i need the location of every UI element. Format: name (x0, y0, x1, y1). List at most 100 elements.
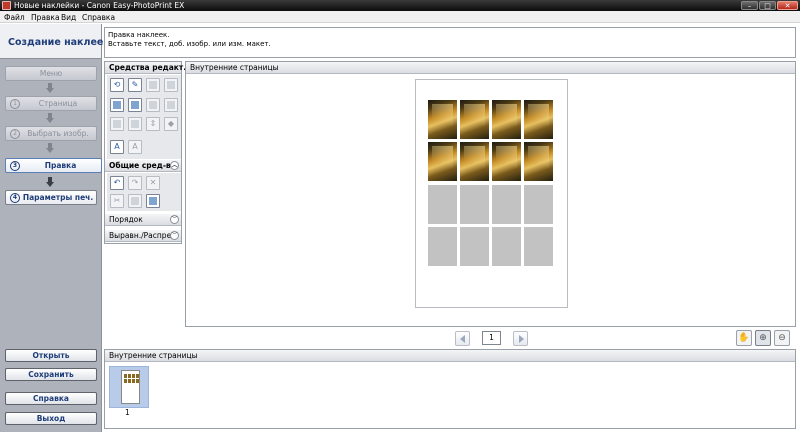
menu-bar: Файл Правка Вид Справка (0, 11, 800, 23)
rotate-icon[interactable] (128, 117, 142, 131)
empty-sticker-slot[interactable] (524, 227, 553, 266)
page-number-field[interactable]: 1 (482, 331, 501, 345)
step-select-images[interactable]: 2 Выбрать изобр. (5, 126, 97, 141)
zoom-out-button[interactable]: ⊖ (774, 330, 790, 346)
align-label: Выравн./Распред. (109, 231, 179, 240)
previous-page-button[interactable] (455, 331, 470, 346)
sticker-photo[interactable] (492, 100, 521, 139)
preview-header: Внутренние страницы (186, 62, 795, 74)
common-tools-label: Общие сред-ва (109, 161, 176, 170)
menu-file[interactable]: Файл (4, 13, 25, 22)
step-label: Параметры печ. (22, 193, 94, 202)
sticker-photo[interactable] (460, 142, 489, 181)
sticker-photo[interactable] (460, 100, 489, 139)
order-header[interactable]: Порядок ﹀ (105, 214, 181, 226)
copy-icon[interactable] (128, 194, 142, 208)
sticker-sheet-page[interactable] (415, 79, 568, 308)
preview-header-label: Внутренние страницы (190, 63, 279, 72)
close-button[interactable]: ✕ (777, 1, 798, 10)
sticker-photo[interactable] (428, 100, 457, 139)
next-page-button[interactable] (513, 331, 528, 346)
empty-sticker-slot[interactable] (524, 185, 553, 224)
instruction-panel: Правка наклеек. Вставьте текст, доб. изо… (104, 27, 796, 58)
empty-sticker-slot[interactable] (428, 227, 457, 266)
page-thumbnail[interactable] (109, 366, 149, 408)
sticker-photo[interactable] (428, 142, 457, 181)
step-edit[interactable]: 3 Правка (5, 158, 102, 173)
sticker-photo[interactable] (492, 142, 521, 181)
thumbnail-page-image (121, 370, 140, 404)
minimize-button[interactable]: – (741, 1, 758, 10)
add-text-icon[interactable]: A (110, 140, 124, 154)
zoom-in-icon: ⊕ (759, 333, 767, 343)
step-page[interactable]: 1 Страница (5, 96, 97, 111)
maximize-button[interactable]: □ (759, 1, 776, 10)
flip-icon[interactable]: ⇕ (146, 117, 160, 131)
add-photo-icon[interactable] (110, 98, 124, 112)
exit-button[interactable]: Выход (5, 412, 97, 425)
instruction-line-2: Вставьте текст, доб. изобр. или изм. мак… (108, 40, 271, 48)
expand-icon[interactable]: ﹀ (170, 215, 179, 224)
step-number: 2 (10, 129, 20, 139)
tools-panel: Средства редакт. ⟲ ✎ ⇕ ◆ A A Общие сред-… (104, 61, 186, 244)
down-arrow-icon (46, 143, 54, 153)
adjust-icon[interactable]: ◆ (164, 117, 178, 131)
expand-icon[interactable]: ﹀ (170, 231, 179, 240)
page-thumbnails-panel: Внутренние страницы 1 (104, 349, 796, 429)
down-arrow-icon (46, 113, 54, 123)
open-button[interactable]: Открыть (5, 349, 97, 362)
window-title: Новые наклейки - Canon Easy-PhotoPrint E… (14, 1, 185, 10)
save-button[interactable]: Сохранить (5, 368, 97, 381)
delete-icon[interactable]: ✕ (146, 176, 160, 190)
down-arrow-icon (46, 177, 54, 187)
empty-sticker-slot[interactable] (460, 227, 489, 266)
crop-icon[interactable] (110, 117, 124, 131)
edit-tools-label: Средства редакт. (109, 63, 187, 72)
thumbnails-header: Внутренние страницы (105, 350, 795, 362)
step-menu[interactable]: Меню (5, 66, 97, 81)
copy-image-icon[interactable] (146, 78, 160, 92)
frame-icon[interactable] (128, 98, 142, 112)
align-header[interactable]: Выравн./Распред. ﹀ (105, 230, 181, 242)
edit-tools-header[interactable]: Средства редакт. (105, 62, 186, 74)
thumbnails-header-label: Внутренние страницы (109, 351, 198, 360)
empty-sticker-slot[interactable] (428, 185, 457, 224)
paste-image-icon[interactable] (164, 78, 178, 92)
step-label: Выбрать изобр. (27, 129, 89, 138)
paste-icon[interactable] (146, 194, 160, 208)
app-icon (2, 1, 11, 10)
step-print-settings[interactable]: 4 Параметры печ. (5, 190, 97, 205)
sticker-photo[interactable] (524, 142, 553, 181)
title-bar: Новые наклейки - Canon Easy-PhotoPrint E… (0, 0, 800, 11)
hand-tool-button[interactable]: ✋ (736, 330, 752, 346)
insert-image-icon[interactable]: ⟲ (110, 78, 124, 92)
empty-sticker-slot[interactable] (460, 185, 489, 224)
order-label: Порядок (109, 215, 143, 224)
collapse-icon[interactable]: ︿ (170, 161, 179, 170)
undo-icon[interactable]: ↶ (110, 176, 124, 190)
navigation-sidebar: Создание наклеек Меню 1 Страница 2 Выбра… (0, 24, 110, 432)
redo-icon[interactable]: ↷ (128, 176, 142, 190)
zoom-in-button[interactable]: ⊕ (755, 330, 771, 346)
cut-icon[interactable]: ✂ (110, 194, 124, 208)
sticker-photo[interactable] (524, 100, 553, 139)
sidebar-header: Создание наклеек (0, 24, 110, 59)
edit-text-icon[interactable]: A (128, 140, 142, 154)
step-number: 1 (10, 99, 20, 109)
empty-sticker-slot[interactable] (492, 227, 521, 266)
step-label: Правка (44, 161, 77, 170)
step-number: 3 (10, 161, 20, 171)
common-tools-grid: ↶ ↷ ✕ ✂ (107, 173, 181, 211)
layout-icon[interactable] (146, 98, 160, 112)
empty-sticker-slot[interactable] (492, 185, 521, 224)
hand-icon: ✋ (738, 333, 750, 343)
effects-icon[interactable] (164, 98, 178, 112)
common-tools-header[interactable]: Общие сред-ва ︿ (105, 160, 181, 172)
edit-tools-grid: ⟲ ✎ ⇕ ◆ A A (107, 75, 181, 159)
menu-edit[interactable]: Правка (31, 13, 60, 22)
menu-help[interactable]: Справка (82, 13, 115, 22)
instruction-line-1: Правка наклеек. (108, 31, 170, 39)
menu-view[interactable]: Вид (61, 13, 76, 22)
edit-image-icon[interactable]: ✎ (128, 78, 142, 92)
help-button[interactable]: Справка (5, 392, 97, 405)
